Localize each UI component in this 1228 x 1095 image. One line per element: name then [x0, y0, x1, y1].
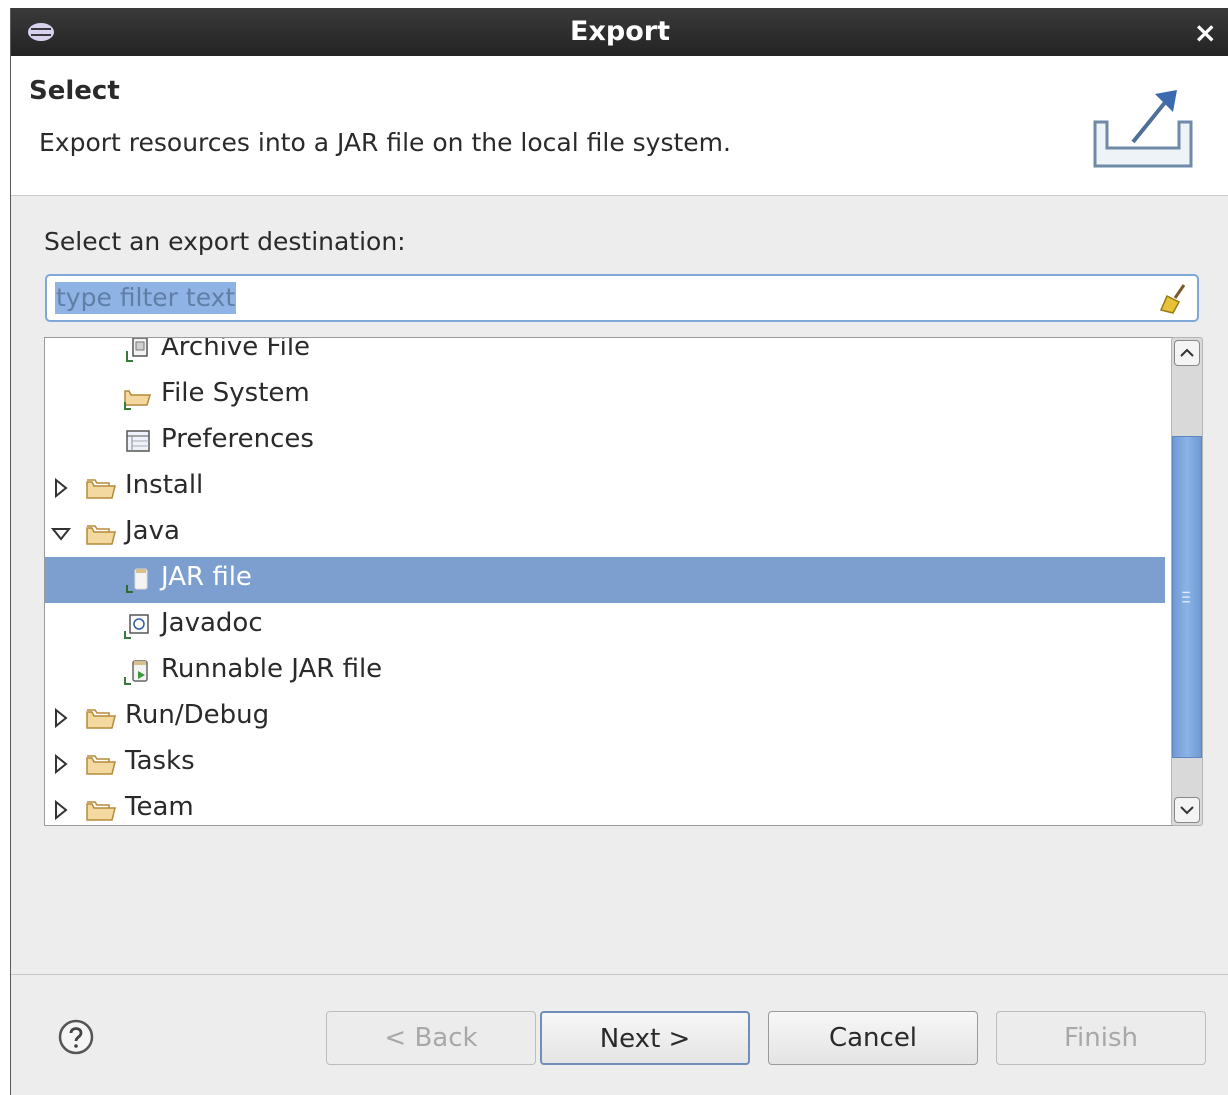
- expand-arrow-icon[interactable]: [51, 707, 71, 729]
- window-title: Export: [570, 16, 670, 47]
- tree-item-team[interactable]: Team: [45, 787, 1165, 825]
- runnable-jar-icon: [121, 657, 153, 687]
- tree-item-label: Runnable JAR file: [161, 654, 383, 684]
- wizard-header: Select Export resources into a JAR file …: [11, 56, 1228, 196]
- help-icon[interactable]: [57, 1018, 95, 1056]
- folder-icon: [85, 795, 117, 825]
- button-bar-separator: [11, 974, 1228, 975]
- chevron-down-icon: [1180, 806, 1194, 815]
- scroll-down-button[interactable]: [1174, 797, 1200, 823]
- tree-scrollbar[interactable]: [1171, 337, 1203, 826]
- filter-placeholder[interactable]: type filter text: [55, 282, 237, 314]
- tree-item-preferences[interactable]: Preferences: [45, 419, 1165, 465]
- page-description: Export resources into a JAR file on the …: [39, 128, 731, 157]
- tree-item-run-debug[interactable]: Run/Debug: [45, 695, 1165, 741]
- cancel-button[interactable]: Cancel: [768, 1011, 978, 1065]
- chevron-up-icon: [1180, 348, 1194, 357]
- tree-item-jar-file[interactable]: JAR file: [45, 557, 1165, 603]
- tree-item-label: File System: [161, 378, 310, 408]
- preferences-icon: [121, 427, 153, 457]
- tree-item-tasks[interactable]: Tasks: [45, 741, 1165, 787]
- tree-item-install[interactable]: Install: [45, 465, 1165, 511]
- tree-item-label: Tasks: [125, 746, 195, 776]
- tree-item-label: Javadoc: [161, 608, 263, 638]
- tree-item-file-system[interactable]: File System: [45, 373, 1165, 419]
- folder-icon: [85, 519, 117, 549]
- scroll-thumb[interactable]: [1172, 436, 1202, 758]
- tree-item-label: Run/Debug: [125, 700, 270, 730]
- tree-item-label: Install: [125, 470, 204, 500]
- folder-icon: [85, 749, 117, 779]
- tree-item-archive-file[interactable]: Archive File: [45, 337, 1165, 373]
- clear-broom-icon[interactable]: [1157, 282, 1191, 316]
- tree-item-javadoc[interactable]: Javadoc: [45, 603, 1165, 649]
- finish-button[interactable]: Finish: [996, 1011, 1206, 1065]
- grip-icon: [1182, 591, 1190, 603]
- export-dialog: Export × Select Export resources into a …: [10, 8, 1228, 1095]
- folder-icon: [85, 473, 117, 503]
- tree-item-label: Preferences: [161, 424, 314, 454]
- close-icon[interactable]: ×: [1194, 16, 1217, 49]
- destination-prompt: Select an export destination:: [44, 227, 406, 256]
- javadoc-icon: [121, 611, 153, 641]
- expand-arrow-icon[interactable]: [51, 799, 71, 821]
- tree-item-java[interactable]: Java: [45, 511, 1165, 557]
- expand-arrow-icon[interactable]: [51, 477, 71, 499]
- filter-input[interactable]: type filter text: [45, 274, 1199, 322]
- page-title: Select: [29, 76, 120, 106]
- tree-item-runnable-jar-file[interactable]: Runnable JAR file: [45, 649, 1165, 695]
- next-button[interactable]: Next >: [540, 1011, 750, 1065]
- jar-file-icon: [121, 565, 153, 595]
- back-button[interactable]: < Back: [326, 1011, 536, 1065]
- destination-tree[interactable]: Archive File File System Preferences Instal…: [44, 337, 1200, 826]
- collapse-arrow-icon[interactable]: [50, 523, 72, 545]
- scroll-up-button[interactable]: [1174, 340, 1200, 366]
- tree-item-label: JAR file: [161, 562, 252, 592]
- tree-item-label: Archive File: [161, 337, 311, 362]
- file-system-icon: [121, 381, 153, 411]
- expand-arrow-icon[interactable]: [51, 753, 71, 775]
- folder-icon: [85, 703, 117, 733]
- archive-file-icon: [121, 338, 153, 365]
- tree-item-label: Team: [125, 792, 194, 822]
- title-bar[interactable]: Export ×: [11, 8, 1228, 56]
- tree-item-label: Java: [125, 516, 180, 546]
- export-wizard-icon: [1093, 90, 1193, 168]
